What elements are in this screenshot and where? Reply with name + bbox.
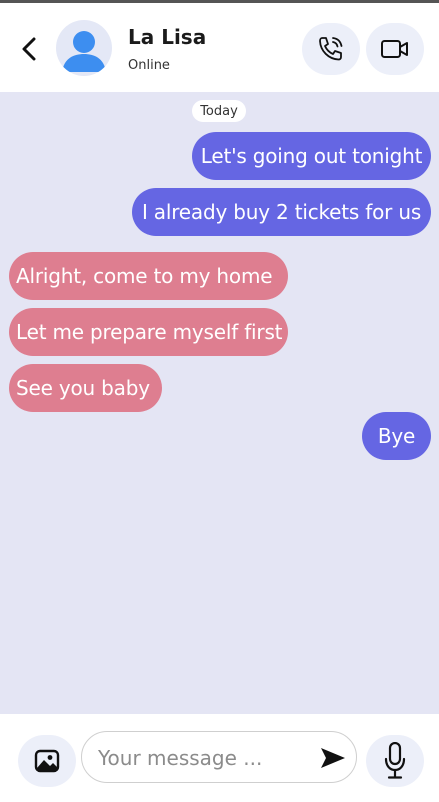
video-call-button[interactable]: [366, 23, 424, 75]
call-button[interactable]: [302, 23, 360, 75]
chat-header: La Lisa Online: [0, 0, 439, 92]
attach-image-button[interactable]: [18, 735, 76, 787]
composer-bar: [0, 714, 439, 802]
avatar[interactable]: [56, 20, 112, 76]
contact-status: Online: [128, 58, 170, 73]
chevron-left-icon: [22, 37, 36, 61]
message-field[interactable]: [81, 731, 357, 783]
message-bubble-incoming[interactable]: Alright, come to my home: [9, 252, 288, 300]
message-bubble-incoming[interactable]: Let me prepare myself first: [9, 308, 288, 356]
message-bubble-outgoing[interactable]: Let's going out tonight: [192, 132, 431, 180]
phone-call-icon: [319, 37, 343, 61]
chat-area: Today Let's going out tonight I already …: [0, 92, 439, 714]
date-separator: Today: [192, 100, 246, 122]
user-avatar-icon: [62, 31, 106, 72]
contact-name: La Lisa: [128, 25, 207, 49]
back-button[interactable]: [16, 33, 42, 65]
send-button[interactable]: [318, 744, 348, 772]
message-bubble-outgoing[interactable]: Bye: [362, 412, 431, 460]
message-bubble-outgoing[interactable]: I already buy 2 tickets for us: [132, 188, 431, 236]
image-icon: [34, 749, 60, 773]
message-input[interactable]: [96, 742, 310, 774]
send-icon: [321, 748, 345, 768]
voice-record-button[interactable]: [366, 735, 424, 787]
video-camera-icon: [381, 40, 408, 58]
microphone-icon: [384, 742, 406, 779]
message-bubble-incoming[interactable]: See you baby: [9, 364, 162, 412]
